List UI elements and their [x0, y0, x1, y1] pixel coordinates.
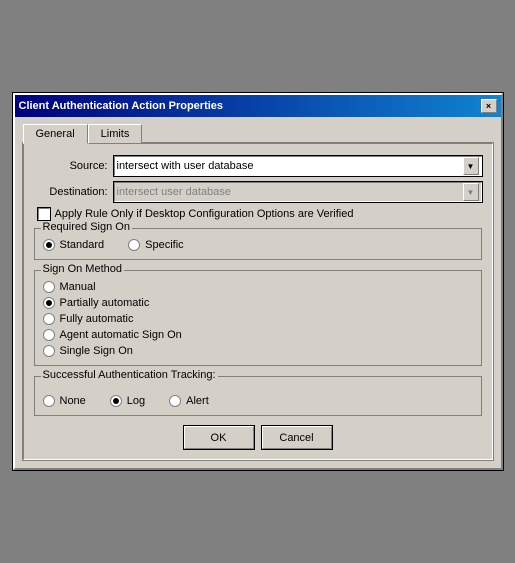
standard-label: Standard	[60, 239, 105, 251]
none-label: None	[60, 395, 86, 407]
agent-auto-radio[interactable]	[43, 329, 55, 341]
source-dropdown-arrow[interactable]: ▼	[463, 157, 479, 175]
source-select[interactable]: intersect with user database ▼	[114, 156, 482, 176]
apply-rule-checkbox[interactable]	[38, 208, 50, 220]
sign-on-option-2: Fully automatic	[43, 313, 473, 325]
destination-dropdown-arrow: ▼	[463, 183, 479, 201]
title-bar: Client Authentication Action Properties …	[15, 95, 501, 117]
standard-option: Standard	[43, 239, 105, 251]
source-row: Source: intersect with user database ▼	[34, 156, 482, 176]
destination-row: Destination: intersect user database ▼	[34, 182, 482, 202]
sign-on-method-title: Sign On Method	[41, 263, 125, 275]
source-value: intersect with user database	[117, 160, 463, 172]
fully-auto-label: Fully automatic	[60, 313, 134, 325]
dialog: Client Authentication Action Properties …	[13, 93, 503, 470]
dialog-content: General Limits Source: intersect with us…	[15, 117, 501, 468]
tab-general[interactable]: General	[23, 124, 88, 144]
none-radio[interactable]	[43, 395, 55, 407]
ok-button[interactable]: OK	[184, 426, 254, 449]
required-sign-on-title: Required Sign On	[41, 221, 132, 233]
destination-select: intersect user database ▼	[114, 182, 482, 202]
sign-on-option-0: Manual	[43, 281, 473, 293]
log-label: Log	[127, 395, 145, 407]
required-sign-on-options: Standard Specific	[43, 231, 473, 251]
checkbox-row: Apply Rule Only if Desktop Configuration…	[38, 208, 482, 220]
log-radio[interactable]	[110, 395, 122, 407]
standard-radio[interactable]	[43, 239, 55, 251]
single-sign-on-radio[interactable]	[43, 345, 55, 357]
alert-radio[interactable]	[169, 395, 181, 407]
source-label: Source:	[34, 160, 114, 172]
alert-option: Alert	[169, 395, 209, 407]
specific-radio[interactable]	[128, 239, 140, 251]
specific-label: Specific	[145, 239, 184, 251]
manual-label: Manual	[60, 281, 96, 293]
alert-label: Alert	[186, 395, 209, 407]
sign-on-option-3: Agent automatic Sign On	[43, 329, 473, 341]
auth-tracking-options: None Log Alert	[43, 387, 473, 407]
destination-label: Destination:	[34, 186, 114, 198]
partially-auto-label: Partially automatic	[60, 297, 150, 309]
manual-radio[interactable]	[43, 281, 55, 293]
partially-auto-radio[interactable]	[43, 297, 55, 309]
cancel-button[interactable]: Cancel	[262, 426, 332, 449]
log-option: Log	[110, 395, 145, 407]
dialog-title: Client Authentication Action Properties	[19, 100, 224, 112]
none-option: None	[43, 395, 86, 407]
sign-on-option-1: Partially automatic	[43, 297, 473, 309]
tab-limits[interactable]: Limits	[88, 124, 143, 144]
checkbox-label: Apply Rule Only if Desktop Configuration…	[55, 208, 354, 220]
destination-value: intersect user database	[117, 186, 463, 198]
sign-on-option-4: Single Sign On	[43, 345, 473, 357]
auth-tracking-title: Successful Authentication Tracking:	[41, 369, 218, 381]
tab-bar: General Limits	[23, 123, 493, 143]
fully-auto-radio[interactable]	[43, 313, 55, 325]
close-button[interactable]: ×	[481, 99, 497, 113]
tab-panel-general: Source: intersect with user database ▼ D…	[23, 143, 493, 460]
title-bar-buttons: ×	[481, 99, 497, 113]
single-sign-on-label: Single Sign On	[60, 345, 133, 357]
specific-option: Specific	[128, 239, 184, 251]
agent-auto-label: Agent automatic Sign On	[60, 329, 182, 341]
button-row: OK Cancel	[34, 426, 482, 449]
